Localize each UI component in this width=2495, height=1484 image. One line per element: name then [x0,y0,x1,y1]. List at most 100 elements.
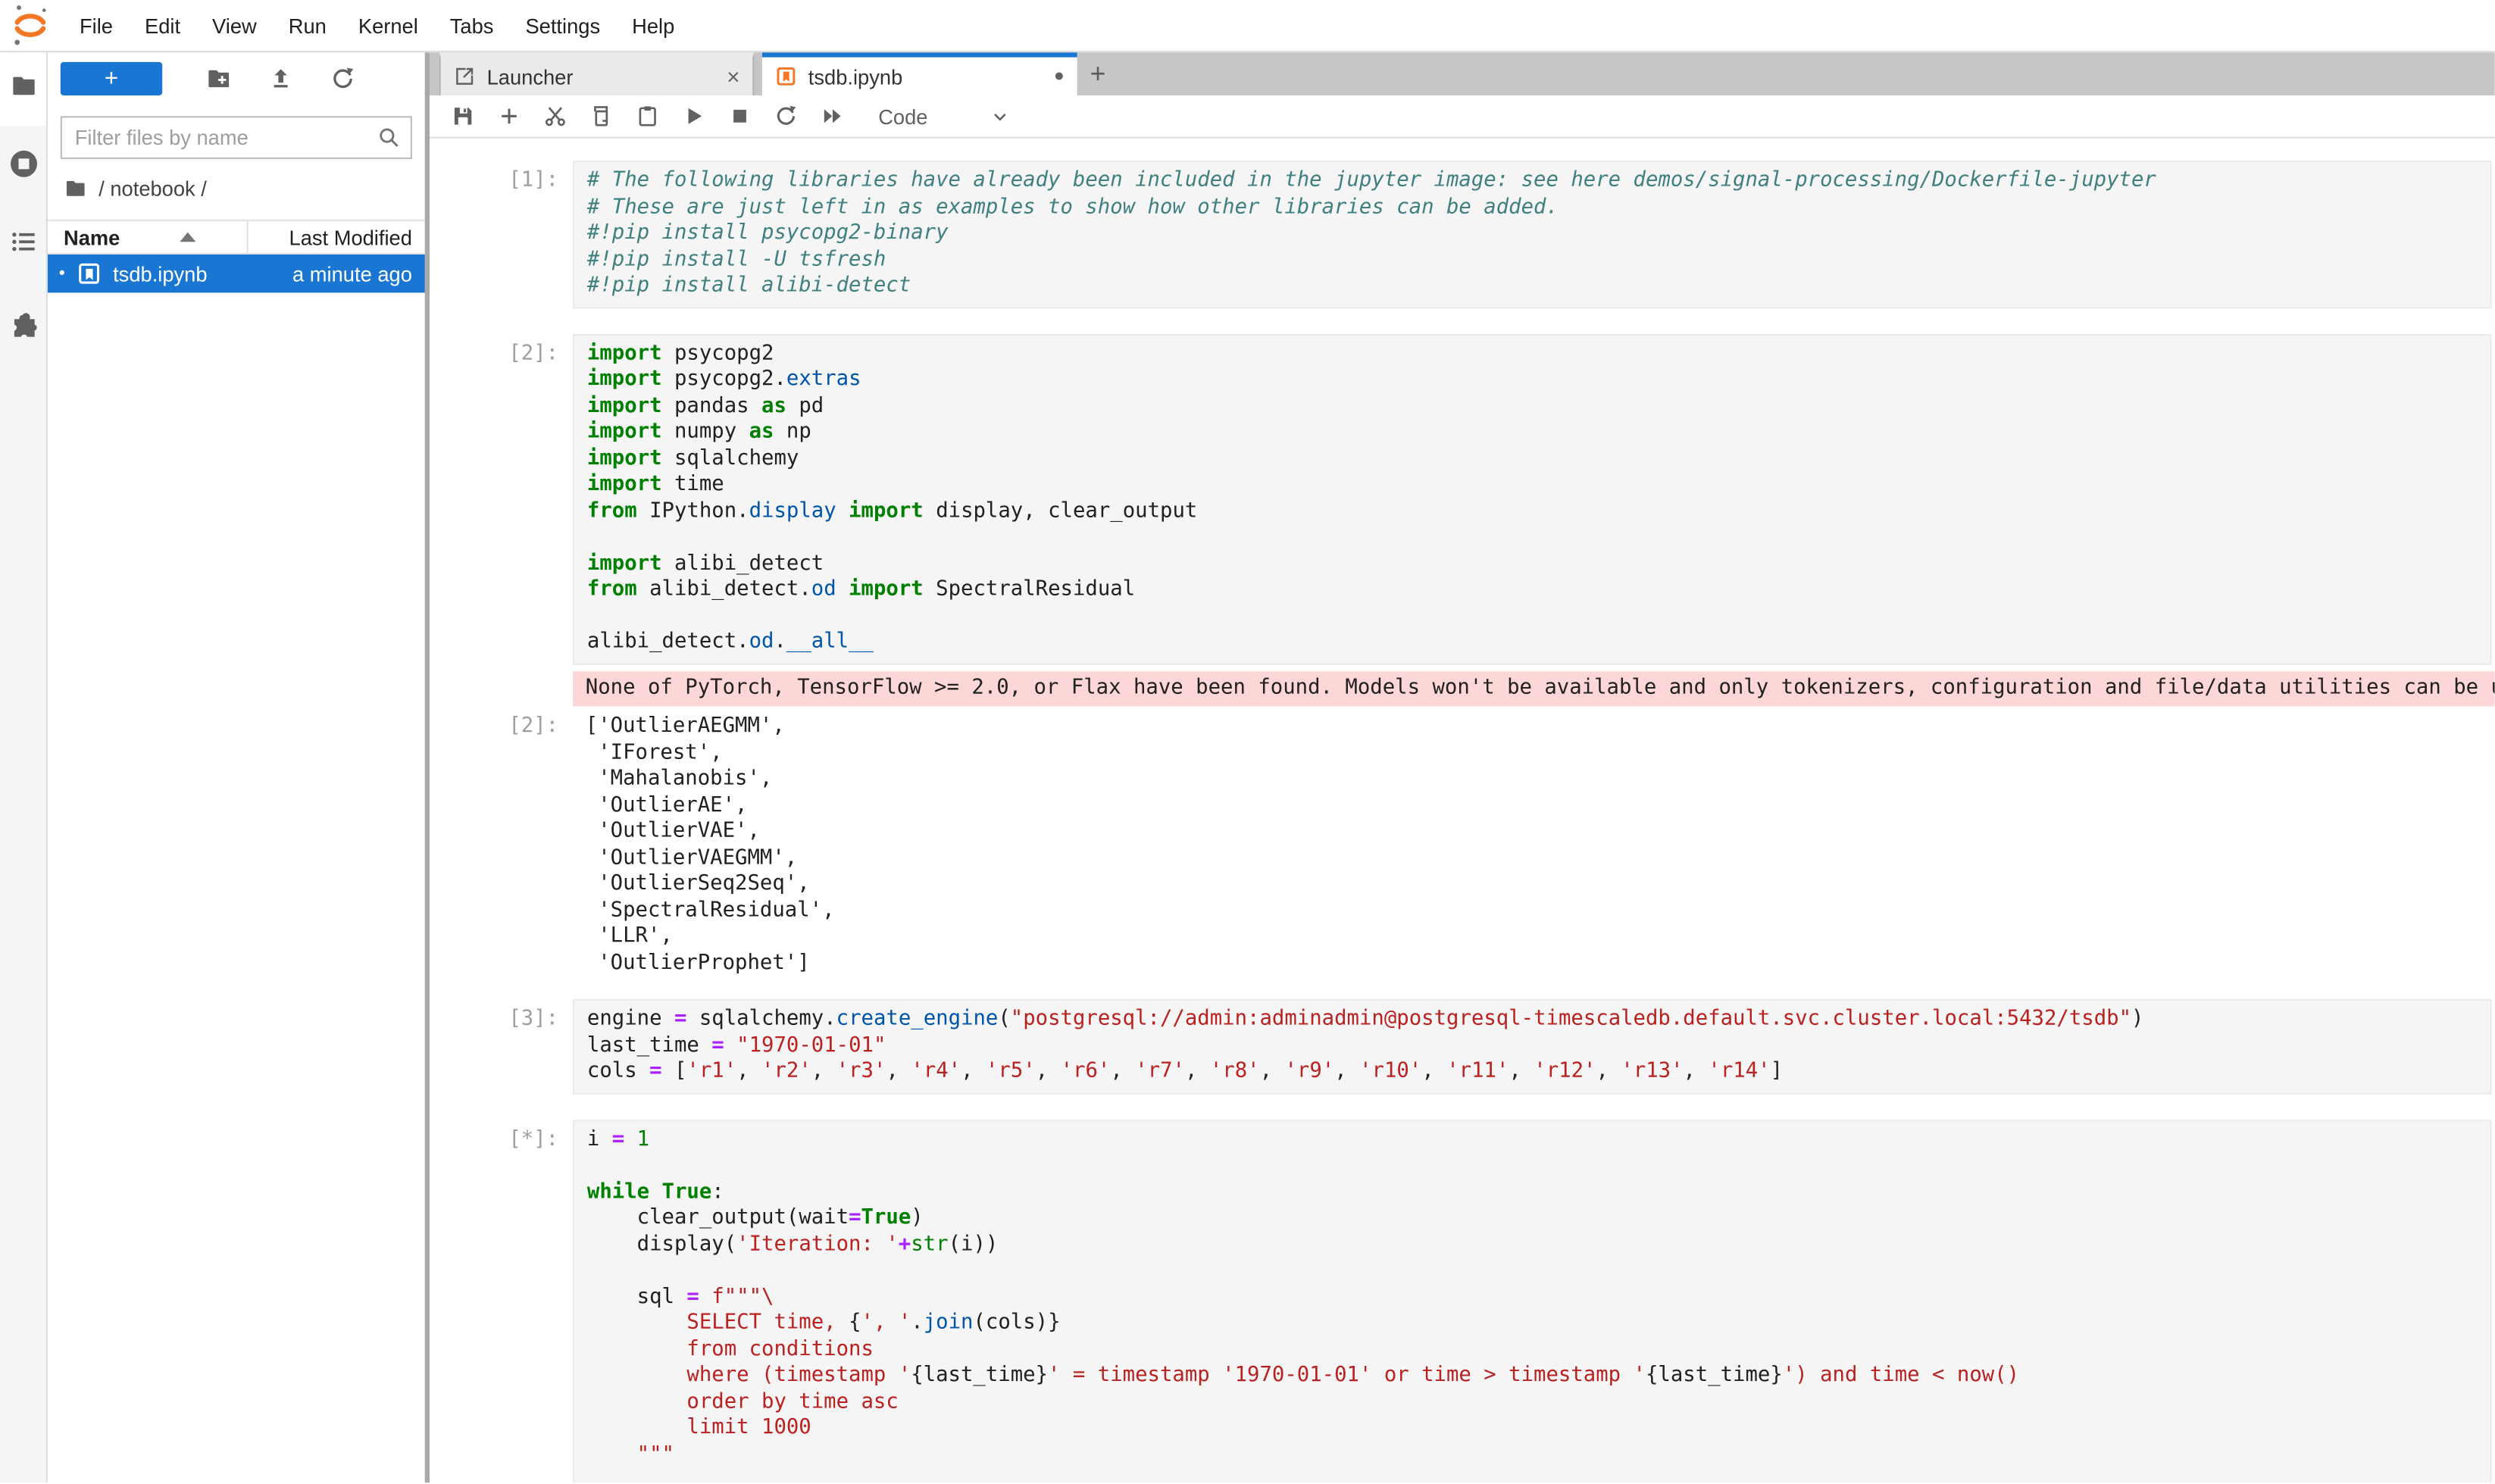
code-line: order by time asc [587,1389,2478,1416]
sidebar-item-file-browser[interactable] [0,71,46,100]
code-line: # These are just left in as examples to … [587,195,2478,221]
result-text: ['OutlierAEGMM', 'IForest', 'Mahalanobis… [573,711,2495,980]
code-line: SELECT time, {', '.join(cols)} [587,1311,2478,1337]
cell-prompt: [2]: [430,711,573,741]
scissors-icon [542,104,568,130]
new-folder-icon [205,65,233,92]
interrupt-kernel-button[interactable] [727,104,753,130]
restart-kernel-button[interactable] [774,104,799,130]
column-last-modified[interactable]: Last Modified [196,225,425,249]
code-line: # The following libraries have already b… [587,169,2478,195]
folder-icon [9,71,38,100]
restart-run-all-button[interactable] [820,104,846,130]
breadcrumb[interactable]: / notebook / [48,165,425,210]
notebook-cell: [2]:import psycopg2import psycopg2.extra… [430,333,2495,664]
menu-help[interactable]: Help [616,0,690,52]
cut-cells-button[interactable] [542,104,568,130]
column-name[interactable]: Name [48,225,120,249]
code-editor[interactable]: import psycopg2import psycopg2.extrasimp… [573,333,2492,664]
tab-launcher[interactable]: Launcher × [439,52,755,95]
menu-view[interactable]: View [196,0,273,52]
menu-tabs[interactable]: Tabs [434,0,510,52]
sidebar-item-running-kernels[interactable] [0,148,46,180]
refresh-button[interactable] [330,65,357,92]
new-tab-button[interactable]: + [1077,52,1119,95]
jupyterlab-window: FileEditViewRunKernelTabsSettingsHelp [0,0,2495,1484]
save-button[interactable] [450,104,476,130]
fast-forward-icon [820,104,846,130]
copy-cells-button[interactable] [589,104,614,130]
menu-bar: FileEditViewRunKernelTabsSettingsHelp [0,0,2495,52]
code-line: clear_output(wait=True) [587,1206,2478,1233]
cell-prompt: [3]: [430,999,573,1033]
jupyter-logo [10,3,52,48]
output-line: 'IForest', [586,741,2482,767]
code-line: import time [587,473,2478,499]
notebook-cell: [3]: engine = sqlalchemy.create_engine("p… [430,999,2495,1094]
code-line: alibi_detect.od.__all__ [587,630,2478,657]
code-line: last_time = "1970-01-01" [587,1033,2478,1060]
output-line: 'OutlierVAE', [586,820,2482,846]
new-launcher-button[interactable]: + [61,62,162,95]
copy-icon [589,104,614,130]
jupyter-logo-icon [11,3,49,48]
chevron-down-icon [989,106,1009,127]
code-line: import numpy as np [587,420,2478,446]
unsaved-dot: • [59,264,77,283]
code-line: while True: [587,1179,2478,1206]
stop-circle-icon [7,148,39,180]
insert-cell-button[interactable] [496,104,522,130]
menu-file[interactable]: File [64,0,129,52]
code-line [587,1468,2478,1482]
sidebar-item-table-of-contents[interactable] [0,227,46,256]
menu-edit[interactable]: Edit [129,0,196,52]
code-line: engine = sqlalchemy.create_engine("postg… [587,1007,2478,1033]
sort-ascending-icon [180,233,196,242]
tab-launcher-label: Launcher [487,64,727,89]
tab-tsdb-label: tsdb.ipynb [808,64,1054,89]
cell-prompt: [*]: [430,1119,573,1153]
code-line: i = 1 [587,1127,2478,1154]
menu-run[interactable]: Run [273,0,342,52]
notebook-icon [775,65,797,87]
new-folder-button[interactable] [205,65,233,92]
dock-tab-bar: Launcher × tsdb.ipynb ● + [430,52,2495,95]
search-icon [377,126,401,150]
run-icon [681,104,707,130]
output-line: 'OutlierProphet'] [586,951,2482,977]
code-line: import pandas as pd [587,394,2478,420]
activity-bar [0,52,48,1482]
close-icon[interactable]: × [727,65,739,87]
file-modified: a minute ago [208,261,425,286]
tab-tsdb-ipynb[interactable]: tsdb.ipynb ● [762,52,1077,95]
code-editor[interactable]: # The following libraries have already b… [573,161,2492,308]
code-line: #!pip install alibi-detect [587,273,2478,300]
refresh-icon [330,65,357,92]
output-line: 'Mahalanobis', [586,767,2482,793]
menu-items: FileEditViewRunKernelTabsSettingsHelp [64,0,690,52]
upload-button[interactable] [267,65,295,92]
sidebar-item-extensions[interactable] [0,312,46,341]
file-row-tsdb-ipynb[interactable]: • tsdb.ipynb a minute ago [48,255,425,292]
cell-type-dropdown-button[interactable] [988,105,1010,127]
stop-icon [727,104,753,130]
breadcrumb-path: / notebook / [98,176,207,200]
code-line: from IPython.display import display, cle… [587,498,2478,525]
run-cell-button[interactable] [681,104,707,130]
paste-icon [635,104,661,130]
output-line: 'OutlierVAEGMM', [586,845,2482,872]
filter-files-input[interactable] [71,124,377,152]
notebook-file-icon [77,261,102,286]
menu-kernel[interactable]: Kernel [342,0,434,52]
code-line: #!pip install psycopg2-binary [587,221,2478,248]
code-line [587,525,2478,551]
menu-settings[interactable]: Settings [509,0,616,52]
code-line: display('Iteration: '+str(i)) [587,1232,2478,1258]
cell-type-dropdown-value[interactable]: Code [878,105,927,129]
output-line: 'OutlierSeq2Seq', [586,872,2482,898]
code-editor[interactable]: engine = sqlalchemy.create_engine("postg… [573,999,2492,1094]
cell-prompt: [2]: [430,333,573,367]
code-editor[interactable]: i = 1 while True: clear_output(wait=True)… [573,1119,2492,1482]
paste-cells-button[interactable] [635,104,661,130]
home-folder-icon [64,176,87,200]
